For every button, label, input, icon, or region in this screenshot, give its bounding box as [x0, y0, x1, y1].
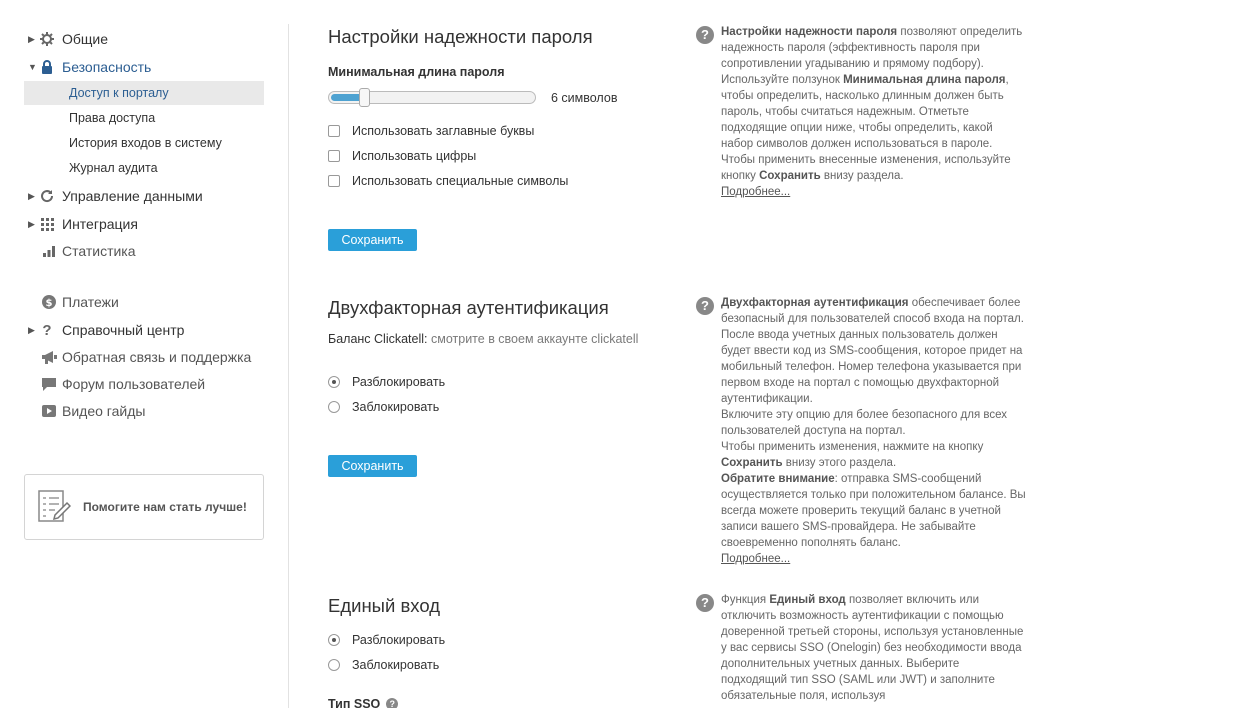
sidebar-item-integration[interactable]: ▶ Интеграция	[28, 213, 138, 235]
sso-help-panel: ? Функция Единый вход позволяет включить…	[696, 592, 1026, 704]
sidebar-subitem-portal-access[interactable]: Доступ к порталу	[24, 81, 264, 105]
sidebar-item-label: Платежи	[62, 294, 119, 310]
password-help-panel: ? Настройки надежности пароля позволяют …	[696, 24, 1026, 200]
two-factor-section-title: Двухфакторная аутентификация	[328, 297, 609, 318]
sidebar-item-general[interactable]: ▶ Общие	[28, 28, 108, 50]
two-factor-help-panel: ? Двухфакторная аутентификация обеспечив…	[696, 295, 1026, 567]
question-circle-icon: ?	[696, 297, 714, 315]
option-digits[interactable]: Использовать цифры	[328, 148, 476, 164]
feedback-banner[interactable]: Помогите нам стать лучше!	[24, 474, 264, 540]
uppercase-checkbox[interactable]	[328, 125, 340, 137]
sidebar-item-label: Обратная связь и поддержка	[62, 349, 252, 365]
expand-arrow-icon: ▶	[28, 324, 35, 335]
sso-disable-radio[interactable]	[328, 659, 340, 671]
sidebar-subitem-access-rights[interactable]: Права доступа	[24, 106, 264, 130]
min-length-label: Минимальная длина пароля	[328, 65, 505, 79]
checklist-pencil-icon	[38, 490, 71, 522]
password-help-text: Настройки надежности пароля позволяют оп…	[721, 26, 1023, 198]
balance-link[interactable]: смотрите в своем аккаунте clickatell	[431, 332, 638, 346]
two-factor-enable-radio[interactable]	[328, 376, 340, 388]
question-circle-icon: ?	[696, 26, 714, 44]
password-section-title: Настройки надежности пароля	[328, 26, 593, 47]
sidebar-item-label: Управление данными	[62, 188, 203, 204]
sidebar-subitem-audit-log[interactable]: Журнал аудита	[24, 156, 264, 180]
sso-enable-radio[interactable]	[328, 634, 340, 646]
sidebar-item-label: Видео гайды	[62, 403, 146, 419]
help-question-icon[interactable]: ?	[386, 698, 399, 708]
collapse-arrow-icon: ▼	[28, 62, 37, 72]
min-length-slider[interactable]	[328, 88, 536, 107]
sidebar-item-label: Статистика	[62, 243, 136, 259]
two-factor-help-text: Двухфакторная аутентификация обеспечивае…	[721, 297, 1026, 565]
question-circle-icon: ?	[696, 594, 714, 612]
more-link[interactable]: Подробнее...	[721, 186, 790, 198]
sidebar-item-forum[interactable]: Форум пользователей	[40, 373, 205, 395]
sidebar-item-security[interactable]: ▼ Безопасность	[28, 56, 151, 78]
option-label: Разблокировать	[352, 375, 446, 389]
sidebar-item-statistics[interactable]: Статистика	[40, 240, 136, 262]
sidebar: ▶ Общие ▼ Безопасность Доступ к порталу …	[0, 0, 288, 708]
chat-bubble-icon	[40, 376, 58, 392]
clickatell-balance: Баланс Clickatell: смотрите в своем акка…	[328, 332, 638, 346]
more-link[interactable]: Подробнее...	[721, 553, 790, 565]
sidebar-item-data-management[interactable]: ▶ Управление данными	[28, 185, 203, 207]
option-label: Заблокировать	[352, 400, 440, 414]
feedback-banner-label: Помогите нам стать лучше!	[83, 500, 247, 514]
two-factor-enable-option[interactable]: Разблокировать	[328, 374, 445, 390]
balance-label: Баланс Clickatell:	[328, 332, 428, 346]
sso-enable-option[interactable]: Разблокировать	[328, 632, 445, 648]
sidebar-item-label: Безопасность	[62, 59, 152, 75]
lock-icon	[38, 59, 56, 75]
sidebar-item-video[interactable]: Видео гайды	[40, 400, 145, 422]
two-factor-disable-radio[interactable]	[328, 401, 340, 413]
sso-disable-option[interactable]: Заблокировать	[328, 657, 439, 673]
sso-type-text: Тип SSO	[328, 697, 381, 708]
two-factor-disable-option[interactable]: Заблокировать	[328, 399, 439, 415]
sso-help-text: Функция Единый вход позволяет включить и…	[721, 594, 1024, 702]
two-factor-save-button[interactable]: Сохранить	[328, 455, 417, 477]
sso-section-title: Единый вход	[328, 595, 441, 616]
expand-arrow-icon: ▶	[28, 190, 35, 201]
min-length-value: 6 символов	[551, 91, 618, 105]
expand-arrow-icon: ▶	[28, 218, 35, 229]
option-special-chars[interactable]: Использовать специальные символы	[328, 173, 568, 189]
option-label: Заблокировать	[352, 658, 440, 672]
expand-arrow-icon: ▶	[28, 33, 35, 44]
sidebar-item-label: Справочный центр	[62, 322, 185, 338]
grid-icon	[38, 216, 56, 232]
option-label: Использовать специальные символы	[352, 174, 569, 188]
sidebar-item-label: Форум пользователей	[62, 376, 206, 392]
sidebar-item-label: Общие	[62, 31, 109, 47]
svg-text:$: $	[46, 298, 53, 309]
sidebar-item-label: Интеграция	[62, 216, 138, 232]
special-chars-checkbox[interactable]	[328, 175, 340, 187]
sidebar-divider	[288, 24, 289, 708]
password-save-button[interactable]: Сохранить	[328, 229, 417, 251]
gear-icon	[38, 31, 56, 47]
refresh-icon	[38, 188, 56, 204]
option-label: Использовать заглавные буквы	[352, 124, 535, 138]
digits-checkbox[interactable]	[328, 150, 340, 162]
bar-chart-icon	[40, 243, 58, 259]
option-uppercase[interactable]: Использовать заглавные буквы	[328, 123, 534, 139]
sidebar-subitem-login-history[interactable]: История входов в систему	[24, 131, 264, 155]
sidebar-item-payments[interactable]: $ Платежи	[40, 291, 119, 313]
sso-type-label: Тип SSO ?	[328, 697, 399, 708]
dollar-icon: $	[40, 294, 58, 310]
question-icon: ?	[42, 321, 52, 339]
option-label: Разблокировать	[352, 633, 446, 647]
sidebar-item-help-center[interactable]: ▶ ? Справочный центр	[28, 319, 184, 341]
megaphone-icon	[40, 349, 58, 365]
slider-handle[interactable]	[359, 88, 370, 107]
play-video-icon	[40, 403, 58, 419]
sidebar-item-feedback[interactable]: Обратная связь и поддержка	[40, 346, 251, 368]
option-label: Использовать цифры	[352, 149, 477, 163]
